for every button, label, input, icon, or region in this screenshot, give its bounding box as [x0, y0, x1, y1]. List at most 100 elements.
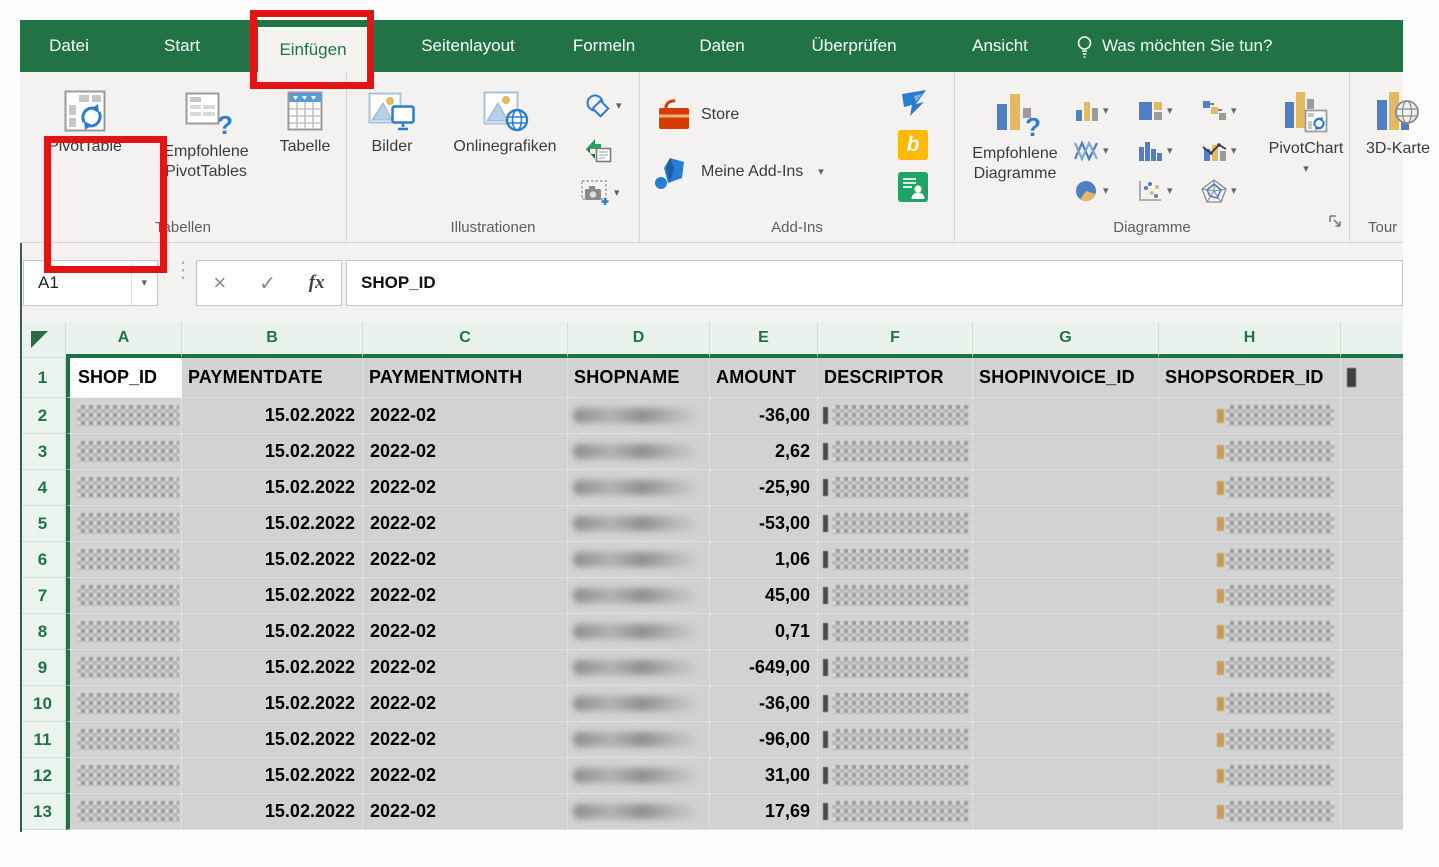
cell-clipped[interactable]: [1341, 578, 1403, 614]
cell-shop-id[interactable]: [66, 794, 182, 830]
tell-me-box[interactable]: Was möchten Sie tun?: [1076, 20, 1272, 72]
cell-descriptor[interactable]: [818, 542, 973, 578]
header-cell-shopname[interactable]: SHOPNAME: [568, 358, 710, 398]
screenshot-button[interactable]: ▾: [581, 180, 620, 206]
column-header-g[interactable]: G: [973, 322, 1159, 358]
cell-paymentmonth[interactable]: 2022-02: [363, 506, 568, 542]
cell-paymentdate[interactable]: 15.02.2022: [182, 578, 363, 614]
cell-amount[interactable]: -53,00: [710, 506, 818, 542]
column-header-e[interactable]: E: [710, 322, 818, 358]
cell-clipped[interactable]: [1341, 722, 1403, 758]
cell-shopinvoice-id[interactable]: [973, 722, 1159, 758]
insert-function-icon[interactable]: fx: [309, 272, 325, 294]
cell-paymentdate[interactable]: 15.02.2022: [182, 542, 363, 578]
cell-amount[interactable]: 17,69: [710, 794, 818, 830]
select-all-corner[interactable]: [20, 322, 66, 358]
cell-shopsorder-id[interactable]: [1159, 650, 1341, 686]
row-header-11[interactable]: 11: [20, 722, 66, 758]
cell-clipped[interactable]: [1341, 650, 1403, 686]
radar-chart-button[interactable]: ▾: [1201, 172, 1261, 210]
cell-descriptor[interactable]: [818, 506, 973, 542]
row-header-5[interactable]: 5: [20, 506, 66, 542]
cell-clipped[interactable]: [1341, 542, 1403, 578]
row-header-2[interactable]: 2: [20, 398, 66, 434]
cell-paymentmonth[interactable]: 2022-02: [363, 722, 568, 758]
cell-shop-id[interactable]: [66, 578, 182, 614]
cell-shop-id[interactable]: [66, 542, 182, 578]
cell-paymentmonth[interactable]: 2022-02: [363, 794, 568, 830]
enter-icon[interactable]: ✓: [259, 271, 276, 296]
column-chart-button[interactable]: ▾: [1073, 92, 1133, 130]
cell-paymentdate[interactable]: 15.02.2022: [182, 794, 363, 830]
cell-paymentdate[interactable]: 15.02.2022: [182, 506, 363, 542]
cell-shopname[interactable]: [568, 434, 710, 470]
cell-amount[interactable]: 0,71: [710, 614, 818, 650]
cell-paymentdate[interactable]: 15.02.2022: [182, 398, 363, 434]
my-addins-button[interactable]: Meine Add-Ins ▾: [654, 154, 824, 190]
cell-descriptor[interactable]: [818, 578, 973, 614]
row-header-6[interactable]: 6: [20, 542, 66, 578]
cell-amount[interactable]: 1,06: [710, 542, 818, 578]
cell-shopsorder-id[interactable]: [1159, 506, 1341, 542]
recommended-charts-button[interactable]: ? Empfohlene Diagramme: [959, 78, 1071, 184]
row-header-12[interactable]: 12: [20, 758, 66, 794]
cancel-icon[interactable]: ×: [213, 270, 226, 296]
cell-amount[interactable]: -96,00: [710, 722, 818, 758]
cell-amount[interactable]: 45,00: [710, 578, 818, 614]
column-header-d[interactable]: D: [568, 322, 710, 358]
cell-shopsorder-id[interactable]: [1159, 794, 1341, 830]
cell-shopname[interactable]: [568, 398, 710, 434]
pivotchart-button[interactable]: PivotChart ▾: [1263, 78, 1349, 175]
cell-shop-id[interactable]: [66, 470, 182, 506]
cell-shopname[interactable]: [568, 506, 710, 542]
cell-shopinvoice-id[interactable]: [973, 398, 1159, 434]
cell-descriptor[interactable]: [818, 650, 973, 686]
tab-formeln[interactable]: Formeln: [558, 20, 650, 72]
row-header-9[interactable]: 9: [20, 650, 66, 686]
header-cell-clipped[interactable]: [1341, 358, 1403, 398]
cell-descriptor[interactable]: [818, 614, 973, 650]
hierarchy-chart-button[interactable]: ▾: [1137, 92, 1197, 130]
cell-shopsorder-id[interactable]: [1159, 686, 1341, 722]
cell-shopinvoice-id[interactable]: [973, 506, 1159, 542]
cell-clipped[interactable]: [1341, 614, 1403, 650]
cell-shopname[interactable]: [568, 542, 710, 578]
cell-shop-id[interactable]: [66, 614, 182, 650]
cell-paymentmonth[interactable]: 2022-02: [363, 686, 568, 722]
tab-datei[interactable]: Datei: [38, 20, 100, 72]
people-graph-addin-button[interactable]: [898, 172, 928, 202]
line-chart-button[interactable]: ▾: [1073, 132, 1133, 170]
cell-descriptor[interactable]: [818, 398, 973, 434]
cell-shopinvoice-id[interactable]: [973, 686, 1159, 722]
online-pictures-button[interactable]: Onlinegrafiken: [431, 78, 579, 157]
smartart-button[interactable]: [585, 138, 613, 164]
column-header-h[interactable]: H: [1159, 322, 1341, 358]
cell-shopname[interactable]: [568, 722, 710, 758]
column-header-clipped[interactable]: [1341, 322, 1403, 358]
cell-shop-id[interactable]: [66, 398, 182, 434]
column-header-f[interactable]: F: [818, 322, 973, 358]
pictures-button[interactable]: Bilder: [355, 78, 429, 157]
combo-chart-button[interactable]: ▾: [1201, 132, 1261, 170]
store-button[interactable]: Store: [656, 98, 739, 132]
row-header-13[interactable]: 13: [20, 794, 66, 830]
cell-amount[interactable]: 31,00: [710, 758, 818, 794]
cell-descriptor[interactable]: [818, 434, 973, 470]
cell-shopsorder-id[interactable]: [1159, 578, 1341, 614]
header-cell-descriptor[interactable]: DESCRIPTOR: [818, 358, 973, 398]
bing-maps-addin-button[interactable]: b: [898, 130, 928, 160]
waterfall-chart-button[interactable]: ▾: [1201, 92, 1261, 130]
row-header-7[interactable]: 7: [20, 578, 66, 614]
cell-shopname[interactable]: [568, 794, 710, 830]
cell-paymentmonth[interactable]: 2022-02: [363, 470, 568, 506]
header-cell-amount[interactable]: AMOUNT: [710, 358, 818, 398]
cell-paymentdate[interactable]: 15.02.2022: [182, 686, 363, 722]
cell-paymentdate[interactable]: 15.02.2022: [182, 434, 363, 470]
cell-shopinvoice-id[interactable]: [973, 578, 1159, 614]
cell-descriptor[interactable]: [818, 470, 973, 506]
row-header-3[interactable]: 3: [20, 434, 66, 470]
cell-clipped[interactable]: [1341, 794, 1403, 830]
cell-shopinvoice-id[interactable]: [973, 470, 1159, 506]
cell-shop-id[interactable]: [66, 434, 182, 470]
cell-shop-id[interactable]: [66, 506, 182, 542]
